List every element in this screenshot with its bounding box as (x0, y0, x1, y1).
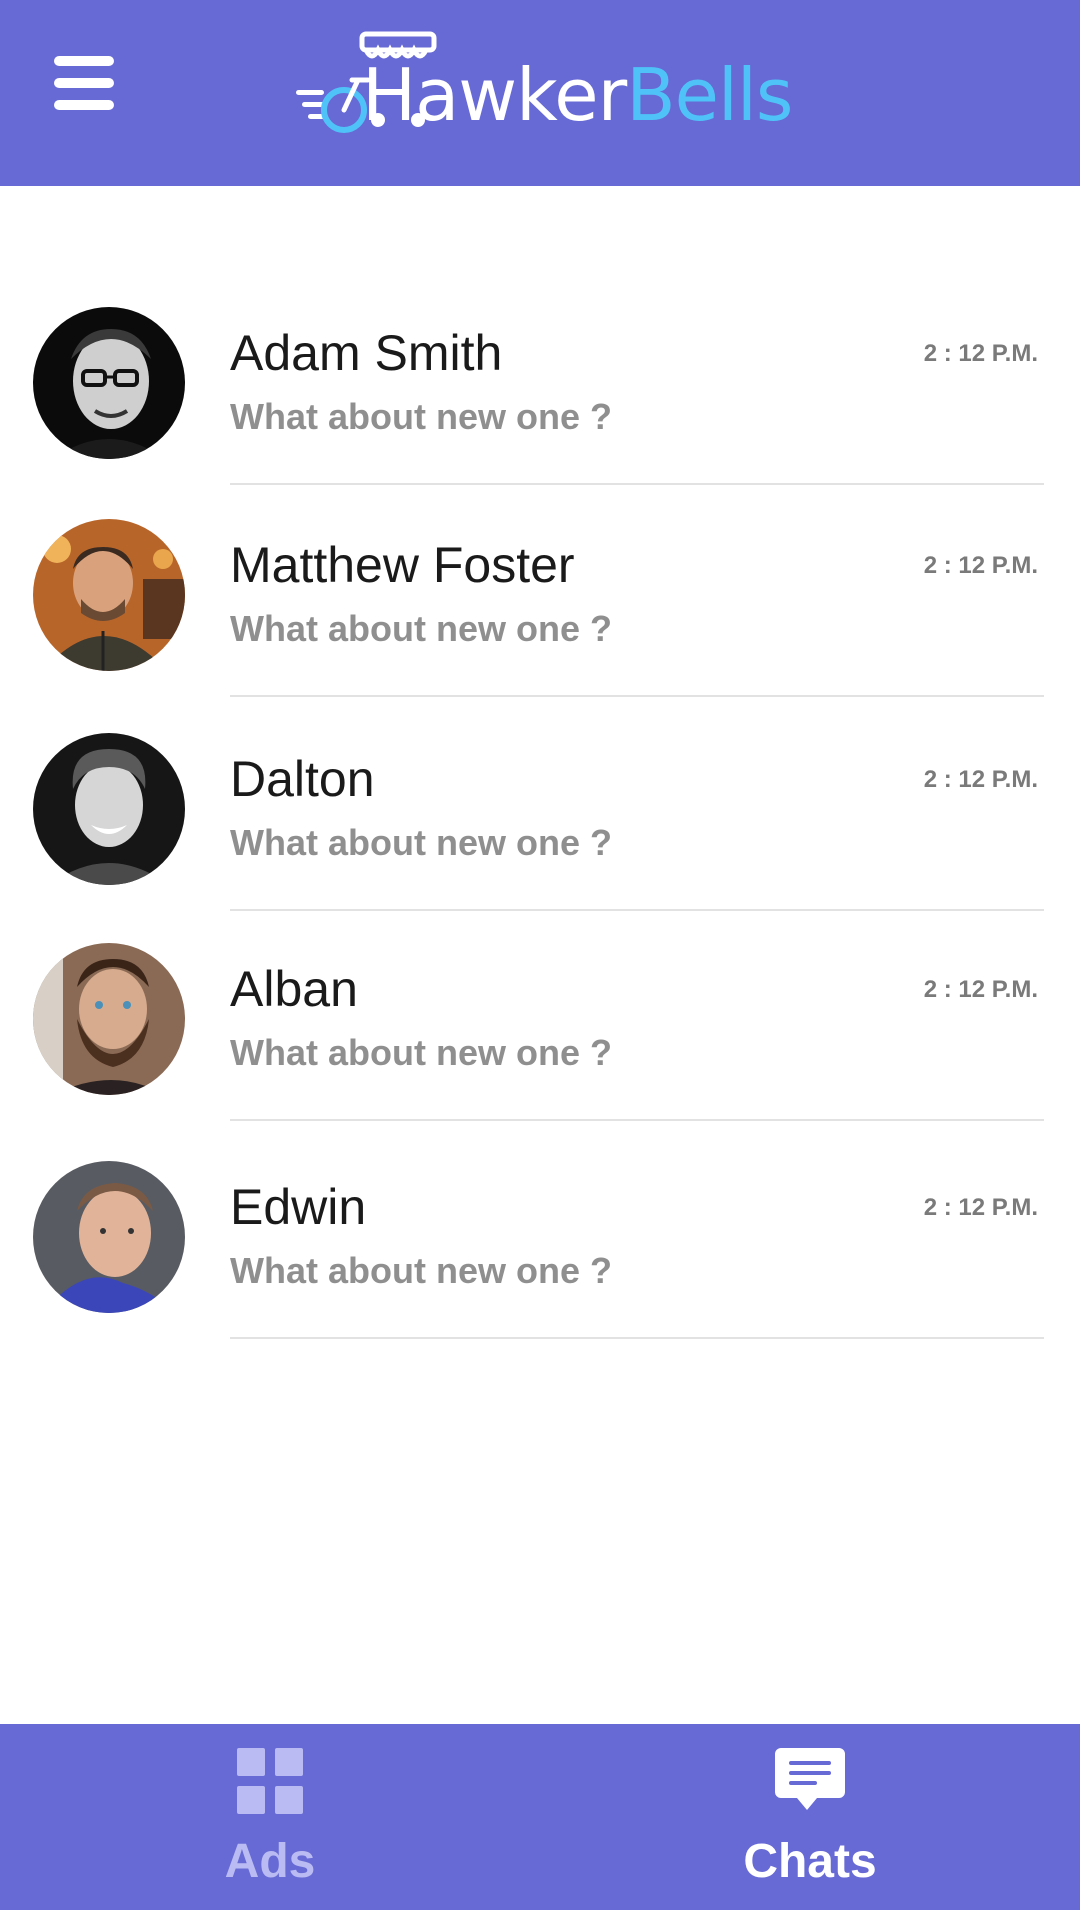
hamburger-menu-icon[interactable] (48, 50, 120, 116)
chat-timestamp: 2 : 12 P.M. (923, 1194, 1038, 1221)
avatar (33, 307, 185, 459)
chat-list-item[interactable]: Matthew Foster What about new one ? 2 : … (0, 519, 1080, 729)
tab-ads[interactable]: Ads (0, 1724, 540, 1910)
row-divider (230, 483, 1044, 485)
chat-message-preview: What about new one ? (230, 1250, 612, 1291)
avatar (33, 1161, 185, 1313)
chat-message-preview: What about new one ? (230, 1032, 612, 1073)
chat-contact-name: Alban (230, 961, 358, 1017)
avatar (33, 519, 185, 671)
chat-message-preview: What about new one ? (230, 396, 612, 437)
chat-timestamp: 2 : 12 P.M. (923, 766, 1038, 793)
chat-list-item[interactable]: Alban What about new one ? 2 : 12 P.M. (0, 943, 1080, 1153)
chat-message-preview: What about new one ? (230, 608, 612, 649)
logo-text-hawker: Hawker (362, 53, 627, 137)
row-divider (230, 909, 1044, 911)
avatar (33, 943, 185, 1095)
avatar (33, 733, 185, 885)
bottom-navigation: Ads Chats (0, 1724, 1080, 1910)
tab-chats[interactable]: Chats (540, 1724, 1080, 1910)
chat-contact-name: Matthew Foster (230, 537, 575, 593)
logo-wordmark: HawkerBells (362, 50, 793, 140)
tab-ads-label: Ads (224, 1835, 316, 1888)
row-divider (230, 695, 1044, 697)
app-header: HawkerBells (0, 0, 1080, 186)
logo-text-bells: Bells (626, 53, 793, 137)
chat-timestamp: 2 : 12 P.M. (923, 340, 1038, 367)
row-divider (230, 1337, 1044, 1339)
chat-message-preview: What about new one ? (230, 822, 612, 863)
tab-chats-label: Chats (743, 1835, 877, 1888)
chat-contact-name: Edwin (230, 1179, 367, 1235)
row-divider (230, 1119, 1044, 1121)
chat-contact-name: Dalton (230, 751, 375, 807)
chat-list-item[interactable]: Adam Smith What about new one ? 2 : 12 P… (0, 307, 1080, 517)
app-logo: HawkerBells (292, 28, 812, 138)
grid-icon (237, 1748, 303, 1814)
chat-list-item[interactable]: Dalton What about new one ? 2 : 12 P.M. (0, 733, 1080, 943)
chat-bubble-icon (775, 1748, 845, 1810)
chat-timestamp: 2 : 12 P.M. (923, 552, 1038, 579)
chat-list-item[interactable]: Edwin What about new one ? 2 : 12 P.M. (0, 1161, 1080, 1371)
chat-contact-name: Adam Smith (230, 325, 503, 381)
chat-timestamp: 2 : 12 P.M. (923, 976, 1038, 1003)
